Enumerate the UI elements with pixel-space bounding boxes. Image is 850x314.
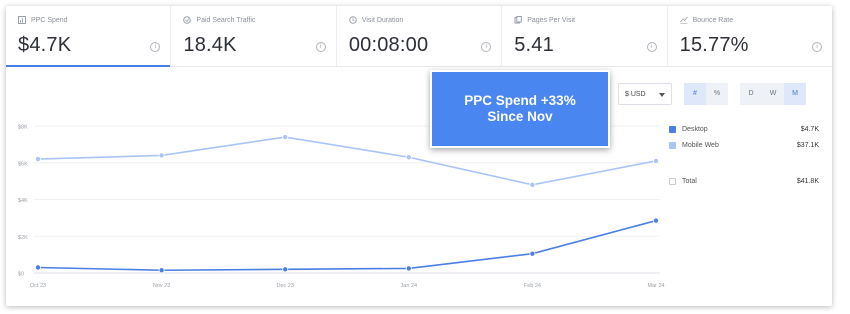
kpi-value: 00:08:00 [348,34,429,56]
checkbox-checked-icon[interactable] [669,126,676,133]
format-percent-button[interactable]: % [706,83,728,105]
legend-name: Total [682,178,697,185]
checkbox-unchecked-icon[interactable] [669,178,676,185]
x-tick-label: Jan 24 [401,283,418,289]
data-point [34,156,41,163]
ppc-icon [18,16,26,24]
callout-line-2: Since Nov [487,109,553,124]
data-point [405,265,412,272]
format-toggle: # % [684,83,728,105]
legend-item[interactable]: Mobile Web $37.1K [669,141,819,157]
data-point [282,134,289,141]
legend-value: $37.1K [796,142,819,149]
legend-total[interactable]: Total $41.8K [669,177,819,193]
kpi-label: Paid Search Traffic [196,16,256,24]
kpi-label: Pages Per Visit [527,16,575,24]
clock-icon [349,16,357,24]
info-icon[interactable]: i [315,42,326,52]
legend-value: $41.8K [796,178,819,185]
kpi-label: PPC Spend [31,16,68,24]
kpi-value: 15.77% [679,34,749,56]
y-tick-label: $6K [18,161,28,167]
data-point [158,267,165,274]
x-tick-label: Dec 23 [276,283,293,289]
callout-line-1: PPC Spend +33% [464,93,576,108]
kpi-ppc-spend[interactable]: PPC Spend $4.7K i [6,6,172,67]
legend-name: Mobile Web [682,142,719,149]
data-point [653,157,660,164]
kpi-pages-per-visit[interactable]: Pages Per Visit 5.41 i [502,6,668,66]
kpi-label: Visit Duration [361,16,404,24]
kpi-value: 18.4K [183,34,237,56]
format-number-button[interactable]: # [684,83,706,105]
data-point [34,264,41,271]
granularity-day-button[interactable]: D [740,83,762,105]
granularity-week-button[interactable]: W [762,83,784,105]
y-tick-label: $2K [18,235,28,241]
data-point [158,152,165,159]
x-tick-label: Feb 24 [524,283,541,289]
granularity-month-button[interactable]: M [784,83,806,105]
traffic-icon [183,16,192,24]
caret-down-icon [659,93,665,97]
x-tick-label: Nov 23 [153,283,170,289]
pages-icon [514,16,523,24]
data-point [529,181,536,188]
currency-label: $ USD [625,91,646,98]
bounce-icon [679,16,688,24]
currency-select[interactable]: $ USD [618,83,672,105]
kpi-row: PPC Spend $4.7K i Paid Search Traffic 18… [6,6,832,67]
kpi-paid-search-traffic[interactable]: Paid Search Traffic 18.4K i [171,6,337,66]
checkbox-checked-icon[interactable] [669,142,676,149]
info-icon[interactable]: i [646,42,657,52]
kpi-label: Bounce Rate [692,16,734,24]
series-line-desktop [37,219,657,272]
info-icon[interactable]: i [812,42,823,52]
kpi-visit-duration[interactable]: Visit Duration 00:08:00 i [337,6,503,66]
ppc-dashboard-card: PPC Spend $4.7K i Paid Search Traffic 18… [6,6,832,306]
x-tick-label: Mar 24 [647,283,664,289]
data-point [405,154,412,161]
kpi-value: 5.41 [514,34,554,56]
kpi-value: $4.7K [18,34,72,56]
legend-value: $4.7K [800,126,819,133]
y-tick-label: $4K [18,198,28,204]
granularity-toggle: D W M [740,83,806,105]
y-tick-label: $0 [18,272,24,278]
data-point [653,217,660,224]
legend-item[interactable]: Desktop $4.7K [669,125,819,141]
x-tick-label: Oct 23 [30,283,46,289]
ppc-spend-callout: PPC Spend +33% Since Nov [430,70,610,148]
y-tick-label: $8K [18,125,28,131]
kpi-bounce-rate[interactable]: Bounce Rate 15.77% i [668,6,832,66]
data-point [529,250,536,257]
legend-name: Desktop [682,126,708,133]
chart-legend: Desktop $4.7K Mobile Web $37.1K Total $4… [669,125,819,193]
data-point [282,266,289,273]
